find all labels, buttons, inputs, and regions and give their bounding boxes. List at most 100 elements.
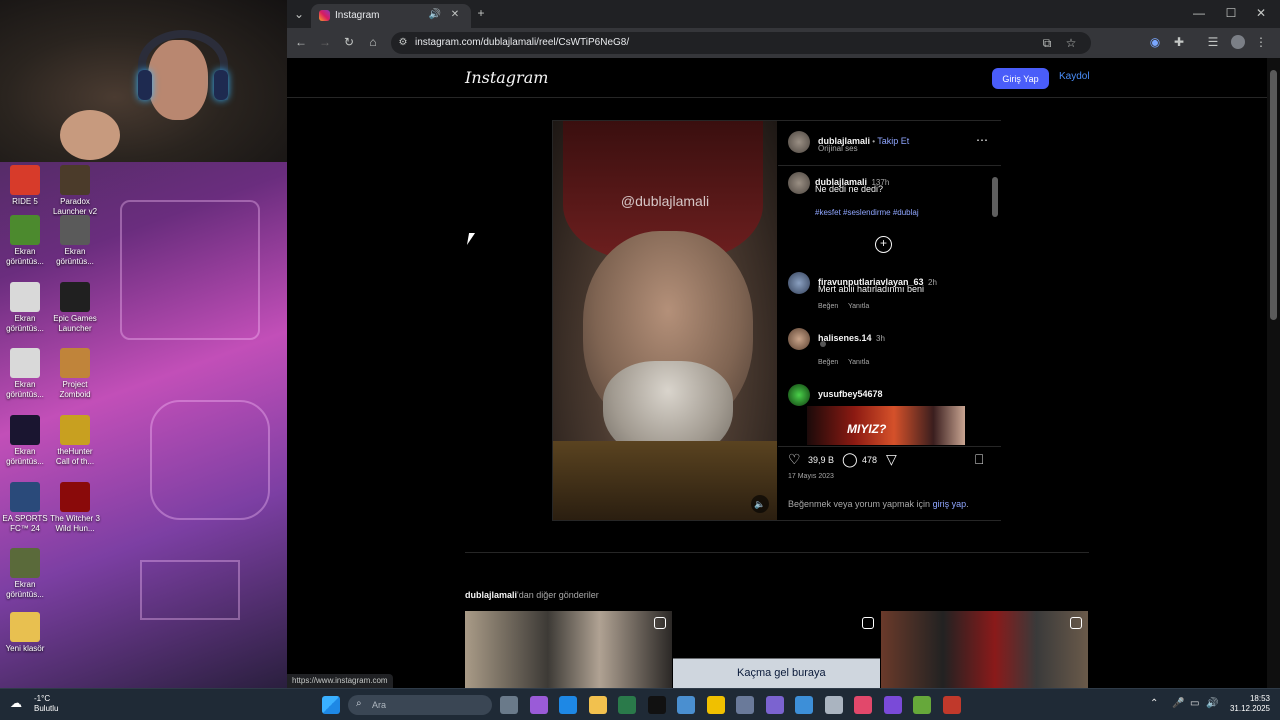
comments-list[interactable]: dublajlamali 137h Ne dedi ne dedi? #kesf… <box>778 165 1001 445</box>
save-bookmark-icon[interactable]: ⎕ <box>975 451 983 468</box>
signup-link[interactable]: Kaydol <box>1059 71 1090 82</box>
audio-label[interactable]: Orijinal ses <box>818 144 858 153</box>
desktop-icon[interactable]: Ekran görüntüs... <box>50 215 100 267</box>
more-posts-suffix: 'dan diğer gönderiler <box>517 590 599 600</box>
tiktok-icon[interactable] <box>647 696 666 714</box>
reload-icon[interactable]: ↻ <box>341 35 357 49</box>
comment-username[interactable]: halisenes.14 <box>818 333 872 343</box>
display-icon[interactable]: ▭ <box>1190 698 1199 709</box>
author-avatar[interactable] <box>788 131 810 153</box>
close-button[interactable]: ✕ <box>1253 6 1269 20</box>
desktop-icon[interactable]: Ekran görüntüs... <box>0 348 50 400</box>
login-prompt-link[interactable]: giriş yap <box>933 499 967 509</box>
site-info-icon[interactable]: ⚙ <box>395 36 411 50</box>
grid-post[interactable] <box>465 611 672 688</box>
grid-post[interactable]: Kaçma gel buraya <box>673 611 880 688</box>
more-posts-username[interactable]: dublajlamali <box>465 590 517 600</box>
minimize-button[interactable]: — <box>1191 6 1207 20</box>
app-icon <box>10 482 40 512</box>
profile-avatar[interactable] <box>1231 35 1245 49</box>
maximize-button[interactable]: ☐ <box>1223 6 1239 20</box>
caption-avatar[interactable] <box>788 172 810 194</box>
comment-bubble-icon[interactable]: ◯ <box>842 451 858 468</box>
url-text[interactable]: instagram.com/dublajlamali/reel/CsWTiP6N… <box>415 37 629 48</box>
comment-reply-link[interactable]: Yanıtla <box>848 359 869 366</box>
share-icon[interactable]: ▽ <box>886 451 897 468</box>
copilot-icon[interactable] <box>529 696 548 714</box>
mute-icon[interactable]: 🔈 <box>751 495 769 513</box>
app-icon[interactable] <box>942 696 961 714</box>
wallpaper-decoration <box>140 560 240 620</box>
reel-video[interactable]: @dublajlamali 🔈 <box>553 121 777 520</box>
desktop-icon[interactable]: Ekran görüntüs... <box>0 282 50 334</box>
desktop-icon[interactable]: Ekran görüntüs... <box>0 548 50 600</box>
address-bar[interactable]: ⚙ instagram.com/dublajlamali/reel/CsWTiP… <box>391 32 1091 54</box>
start-button-icon[interactable] <box>322 696 340 714</box>
monitor-icon[interactable] <box>795 696 813 714</box>
login-button[interactable]: Giriş Yap <box>992 68 1049 89</box>
desktop-icon[interactable]: Ekran görüntüs... <box>0 215 50 267</box>
forward-icon[interactable]: → <box>317 35 333 49</box>
desktop-icon[interactable]: Yeni klasör <box>0 612 50 654</box>
new-tab-button[interactable]: + <box>473 6 489 20</box>
task-view-icon[interactable] <box>500 696 518 714</box>
caption-hashtags[interactable]: #kesfet #seslendirme #dublaj <box>815 208 919 217</box>
file-explorer-icon[interactable] <box>588 696 607 714</box>
desktop-icon[interactable]: theHunter Call of th... <box>50 415 100 467</box>
desktop-icon[interactable]: Project Zomboid <box>50 348 100 400</box>
menu-icon[interactable]: ⋮ <box>1253 35 1269 49</box>
tab-search-icon[interactable]: ⌄ <box>291 7 307 21</box>
desktop-icon[interactable]: Ekran görüntüs... <box>0 415 50 467</box>
minecraft-icon[interactable] <box>913 696 931 714</box>
desktop-icon[interactable]: RIDE 5 <box>0 165 50 207</box>
grid-post[interactable] <box>881 611 1088 688</box>
desktop-icon[interactable]: Epic Games Launcher <box>50 282 100 334</box>
desktop-icon-label: The Witcher 3 Wild Hun... <box>50 514 100 533</box>
load-more-comments-icon[interactable]: + <box>875 236 892 253</box>
desktop-icon[interactable]: Paradox Launcher v2 <box>50 165 100 217</box>
bookmark-star-icon[interactable]: ☆ <box>1063 36 1079 50</box>
app-icon[interactable] <box>883 696 902 714</box>
like-count[interactable]: 39,9 B <box>808 455 834 465</box>
store-icon[interactable] <box>618 696 636 714</box>
desktop-icon[interactable]: The Witcher 3 Wild Hun... <box>50 482 100 534</box>
mail-icon[interactable] <box>677 696 695 714</box>
extension-icon[interactable]: ◉ <box>1147 35 1163 49</box>
taskbar-clock[interactable]: 18:53 31.12.2025 <box>1218 694 1270 714</box>
instagram-logo[interactable]: Instagram <box>465 68 548 87</box>
comment-avatar[interactable] <box>788 272 810 294</box>
like-heart-icon[interactable]: ♡ <box>788 451 801 468</box>
taskbar-search[interactable]: ⌕ Ara <box>348 695 492 715</box>
tab-audio-icon[interactable]: 🔊 <box>427 8 443 22</box>
weather-widget[interactable]: ☁ -1°C Bulutlu <box>10 694 58 714</box>
comment-avatar[interactable] <box>788 328 810 350</box>
tab-close-icon[interactable]: ✕ <box>447 8 463 22</box>
chrome-icon[interactable] <box>706 696 725 714</box>
notepad-icon[interactable] <box>736 696 754 714</box>
tray-chevron-icon[interactable]: ⌃ <box>1150 698 1158 709</box>
back-icon[interactable]: ← <box>293 35 309 49</box>
edge-icon[interactable] <box>559 696 577 714</box>
extensions-puzzle-icon[interactable]: ✚ <box>1171 35 1187 49</box>
side-panel-icon[interactable]: ☰ <box>1205 35 1221 49</box>
comment-username[interactable]: yusufbey54678 <box>818 389 883 399</box>
steam-icon[interactable] <box>824 696 843 714</box>
teams-icon[interactable] <box>765 696 784 714</box>
volume-icon[interactable]: 🔊 <box>1206 698 1218 709</box>
comments-scrollbar[interactable] <box>991 165 999 445</box>
comment-avatar[interactable] <box>788 384 810 406</box>
comment-like-link[interactable]: Beğen <box>818 359 838 366</box>
desktop-icon[interactable]: EA SPORTS FC™ 24 <box>0 482 50 534</box>
comment-count[interactable]: 478 <box>862 455 877 465</box>
comment-image[interactable]: MIYIZ? <box>807 406 965 445</box>
home-icon[interactable]: ⌂ <box>365 35 381 49</box>
page-scrollbar[interactable] <box>1267 58 1280 688</box>
instagram-icon[interactable] <box>854 696 872 714</box>
more-options-icon[interactable]: ⋯ <box>976 133 988 147</box>
install-app-icon[interactable]: ⧉ <box>1039 36 1055 50</box>
tab-instagram[interactable]: Instagram 🔊 ✕ <box>311 4 471 28</box>
microphone-icon[interactable]: 🎤 <box>1172 698 1184 709</box>
comment-like-link[interactable]: Beğen <box>818 303 838 310</box>
follow-button[interactable]: Takip Et <box>877 136 909 146</box>
comment-reply-link[interactable]: Yanıtla <box>848 303 869 310</box>
